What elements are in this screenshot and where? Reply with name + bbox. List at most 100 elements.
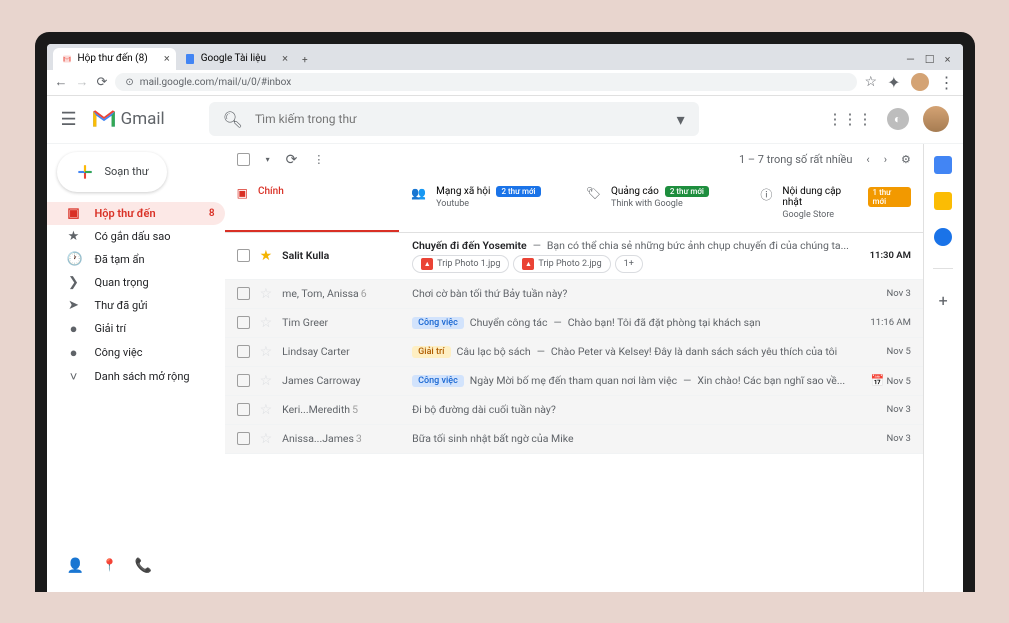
mail-row[interactable]: ★ Salit Kulla Chuyến đi đến Yosemite — B… [225,233,923,280]
mail-row[interactable]: ☆ Keri...Meredith5 Đi bộ đường dài cuối … [225,396,923,425]
tab-badge: 1 thư mới [868,187,911,207]
sidebar-item-expand[interactable]: ˅ Danh sách mở rộng [47,365,225,389]
profile-avatar-icon[interactable] [911,73,929,91]
close-icon[interactable]: × [164,52,170,65]
sidebar-item-label[interactable]: ● Công việc [47,341,225,365]
clock-icon: 🕐 [67,252,81,267]
toolbar: ▾ ⟳ ⋮ 1 – 7 trong số rất nhiều ‹ › ⚙ [225,144,923,176]
mail-row[interactable]: ☆ James Carroway Công việcNgày Mời bố mẹ… [225,367,923,396]
mail-row[interactable]: ☆ Lindsay Carter Giải tríCâu lạc bộ sách… [225,338,923,367]
select-dropdown-icon[interactable]: ▾ [266,155,270,164]
mail-checkbox[interactable] [237,432,250,445]
mail-time: 📅Nov 5 [859,374,911,387]
category-tab[interactable]: 👥 Mạng xã hội 2 thư mới Youtube [399,176,574,232]
search-options-icon[interactable]: ▾ [677,110,685,129]
sidebar-item-inbox[interactable]: ▣ Hộp thư đến 8 [47,202,225,225]
category-tab[interactable]: ⓘ Nội dung cập nhật 1 thư mới Google Sto… [748,176,923,232]
mail-subject: Chơi cờ bàn tối thứ Bảy tuần này? [412,287,567,300]
prev-page-icon[interactable]: ‹ [866,153,869,166]
settings-gear-icon[interactable]: ⚙ [901,153,911,166]
search-bar[interactable]: 🔍︎ ▾ [209,102,699,136]
star-icon[interactable]: ☆ [260,286,273,302]
mail-checkbox[interactable] [237,287,250,300]
star-icon[interactable]: ☆ [260,315,273,331]
star-icon[interactable]: ☆ [260,402,273,418]
close-window-icon[interactable]: × [945,53,951,66]
mail-row[interactable]: ☆ Anissa...James3 Bữa tối sinh nhật bất … [225,425,923,454]
mail-preview: Bạn có thể chia sẻ những bức ảnh chụp ch… [547,239,849,252]
gmail-favicon-icon [61,53,73,65]
location-icon[interactable]: 📍 [102,558,117,574]
reload-icon[interactable]: ⟳ [97,75,108,90]
refresh-icon[interactable]: ⟳ [286,152,298,168]
gmail-logo[interactable]: Gmail [91,109,165,129]
bookmark-icon[interactable]: ☆ [865,74,878,90]
browser-tab[interactable]: Hộp thư đến (8) × [53,48,176,70]
browser-menu-icon[interactable]: ⋮ [939,73,955,92]
select-all-checkbox[interactable] [237,153,250,166]
sidebar-item-clock[interactable]: 🕐 Đã tạm ẩn [47,248,225,271]
sidebar-item-label: Thư đã gửi [95,299,148,312]
mail-checkbox[interactable] [237,345,250,358]
star-icon[interactable]: ★ [260,248,273,264]
mail-row[interactable]: ☆ Tim Greer Công việcChuyển công tác — C… [225,309,923,338]
extensions-icon[interactable]: ✦ [887,73,900,92]
forward-icon[interactable]: → [76,74,89,90]
search-input[interactable] [255,112,665,126]
phone-icon[interactable]: 📞 [135,558,152,574]
next-page-icon[interactable]: › [884,153,887,166]
category-tab[interactable]: ▣ Chính [225,176,400,232]
sidebar-item-label[interactable]: ● Giải trí [47,317,225,341]
address-bar[interactable]: ⊙ mail.google.com/mail/u/0/#inbox [115,73,856,91]
label-chip: Công việc [412,317,464,329]
new-tab-button[interactable]: + [294,51,316,70]
sidebar-item-sent[interactable]: ➤ Thư đã gửi [47,294,225,317]
account-avatar[interactable] [923,106,949,132]
mail-checkbox[interactable] [237,249,250,262]
star-icon[interactable]: ☆ [260,373,273,389]
notifications-icon[interactable]: ◐ [887,108,909,130]
sidebar: Soạn thư ▣ Hộp thư đến 8★ Có gắn dấu sao… [47,144,225,592]
tasks-addon-icon[interactable] [934,228,952,246]
contacts-icon[interactable]: 👤 [67,558,84,574]
compose-button[interactable]: Soạn thư [57,152,167,192]
apps-grid-icon[interactable]: ⋮⋮⋮ [828,110,873,128]
tab-badge: 2 thư mới [496,186,540,197]
star-icon[interactable]: ☆ [260,431,273,447]
browser-tab[interactable]: Google Tài liệu × [176,48,294,70]
close-icon[interactable]: × [282,52,288,65]
sent-icon: ➤ [67,298,81,313]
gmail-header: ☰ Gmail 🔍︎ ▾ ⋮⋮⋮ ◐ [47,96,963,144]
more-icon[interactable]: ⋮ [313,153,324,166]
compose-plus-icon [75,162,95,182]
gmail-brand-text: Gmail [121,109,165,129]
attachment-chip[interactable]: ▲Trip Photo 2.jpg [513,255,610,273]
lock-icon: ⊙ [125,77,133,88]
mail-checkbox[interactable] [237,316,250,329]
tab-icon: ⓘ [760,186,772,203]
tab-subtitle: Think with Google [611,199,709,209]
back-icon[interactable]: ← [55,74,68,90]
sidebar-item-important[interactable]: ❯ Quan trọng [47,271,225,294]
maximize-icon[interactable]: ☐ [925,53,935,66]
mail-checkbox[interactable] [237,374,250,387]
mail-subject: Ngày Mời bố mẹ đến tham quan nơi làm việ… [470,374,677,387]
keep-addon-icon[interactable] [934,192,952,210]
calendar-addon-icon[interactable] [934,156,952,174]
star-icon[interactable]: ☆ [260,344,273,360]
mail-row[interactable]: ☆ me, Tom, Anissa6 Chơi cờ bàn tối thứ B… [225,280,923,309]
label-chip: Công việc [412,375,464,387]
sidebar-item-label: Danh sách mở rộng [95,370,190,383]
attachment-more[interactable]: 1+ [615,255,643,273]
event-icon: 📅 [871,374,885,387]
category-tab[interactable]: 🏷 Quảng cáo 2 thư mới Think with Google [574,176,749,232]
sidebar-item-star[interactable]: ★ Có gắn dấu sao [47,225,225,248]
minimize-icon[interactable]: — [906,53,915,66]
attachment-chip[interactable]: ▲Trip Photo 1.jpg [412,255,509,273]
mail-sender: Tim Greer [282,316,402,329]
add-addon-icon[interactable]: + [939,291,948,310]
main-panel: ▾ ⟳ ⋮ 1 – 7 trong số rất nhiều ‹ › ⚙ ▣ C… [225,144,923,592]
mail-checkbox[interactable] [237,403,250,416]
image-icon: ▲ [522,258,534,270]
main-menu-icon[interactable]: ☰ [61,109,77,130]
